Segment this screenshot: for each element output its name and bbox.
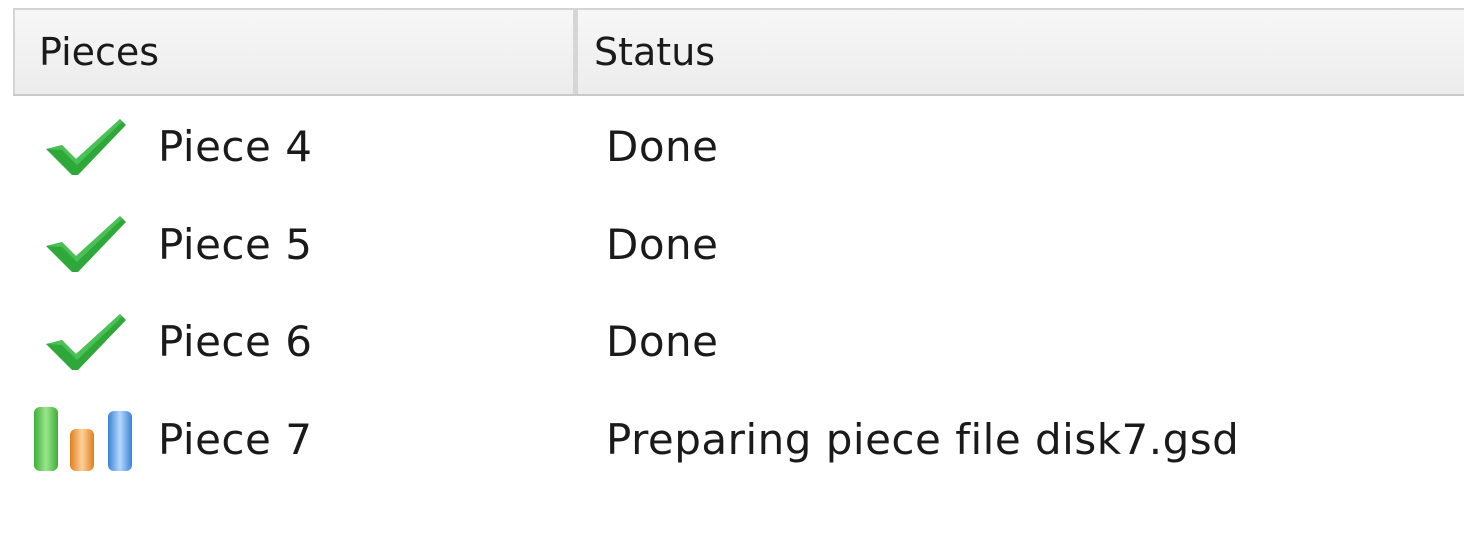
list-item[interactable]: Piece 7 Preparing piece file disk7.gsd [0, 391, 1464, 489]
column-header-pieces[interactable]: Pieces [13, 10, 578, 94]
status-cell: Done [606, 122, 719, 172]
checkmark-icon [30, 112, 140, 182]
column-header-status[interactable]: Status [578, 10, 1464, 94]
column-header-pieces-label: Pieces [39, 30, 160, 74]
list-header: Pieces Status [13, 8, 1464, 96]
progress-bars-icon [30, 404, 140, 474]
checkmark-icon [30, 209, 140, 279]
piece-cell: Piece 4 [30, 98, 312, 196]
status-cell: Done [606, 317, 719, 367]
list-item[interactable]: Piece 4 Done [0, 98, 1464, 196]
column-header-status-label: Status [594, 30, 716, 74]
piece-name: Piece 5 [158, 219, 313, 269]
list-item[interactable]: Piece 5 Done [0, 196, 1464, 294]
status-cell: Preparing piece file disk7.gsd [606, 414, 1240, 464]
piece-cell: Piece 7 [30, 391, 312, 489]
list-rows: Piece 4 Done Piece 5 Done Piece 6 Done P… [0, 98, 1464, 488]
piece-name: Piece 6 [158, 317, 313, 367]
piece-cell: Piece 5 [30, 196, 312, 294]
piece-name: Piece 7 [158, 414, 313, 464]
checkmark-icon [30, 307, 140, 377]
piece-cell: Piece 6 [30, 293, 312, 391]
piece-name: Piece 4 [158, 122, 313, 172]
status-cell: Done [606, 219, 719, 269]
list-item[interactable]: Piece 6 Done [0, 293, 1464, 391]
pieces-list-view: Pieces Status Piece 4 Done Piece 5 Done … [0, 0, 1464, 545]
